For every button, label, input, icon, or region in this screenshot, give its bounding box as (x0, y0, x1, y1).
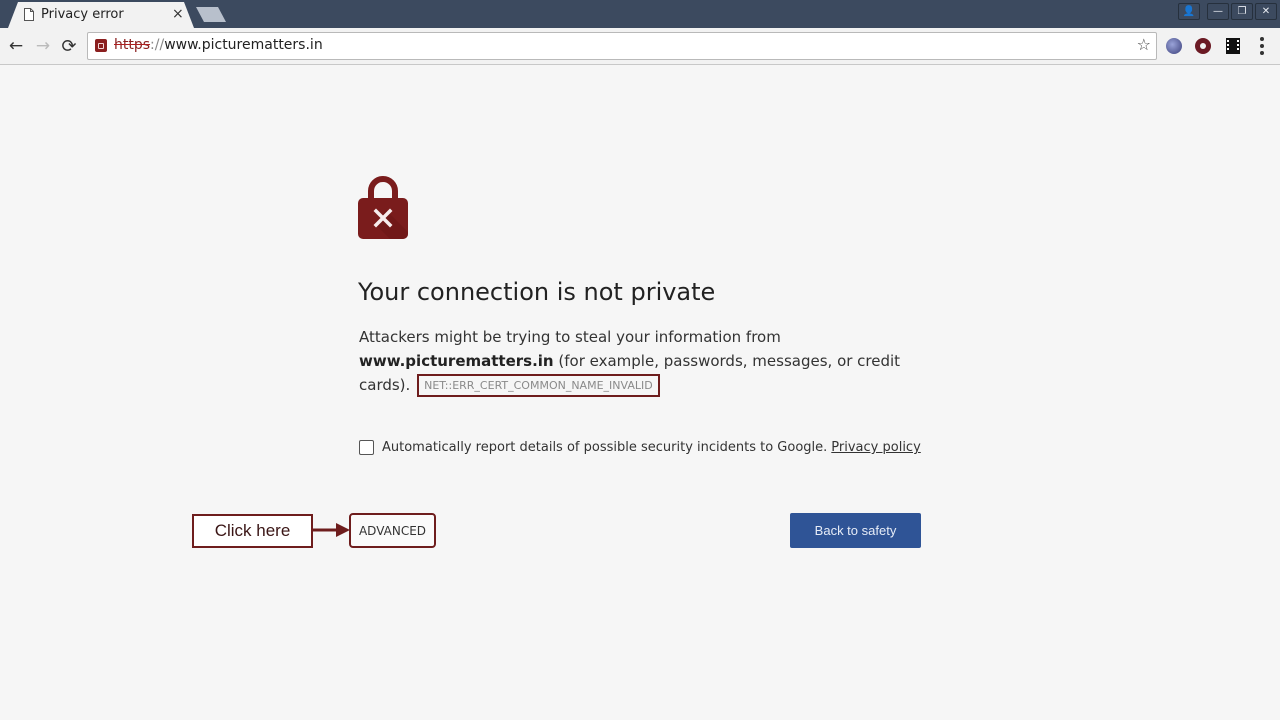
tab-privacy-error[interactable]: Privacy error × (8, 2, 194, 28)
explanation-prefix: Attackers might be trying to steal your … (359, 328, 781, 346)
title-bar: Privacy error × 👤 — ❐ ✕ (0, 0, 1280, 28)
privacy-policy-link[interactable]: Privacy policy (831, 440, 920, 455)
insecure-lock-icon[interactable] (95, 39, 107, 52)
back-button[interactable]: ← (6, 36, 26, 56)
restore-button[interactable]: ❐ (1231, 3, 1253, 20)
close-window-button[interactable]: ✕ (1255, 3, 1277, 20)
forward-button[interactable]: → (33, 36, 53, 56)
menu-icon[interactable] (1258, 36, 1266, 56)
browser-toolbar: ← → ⟳ https://www.picturematters.in ☆ (0, 28, 1280, 65)
lock-error-icon (358, 176, 408, 239)
globe-extension-icon[interactable] (1166, 38, 1182, 54)
new-tab-button[interactable] (196, 7, 226, 22)
address-bar[interactable]: https://www.picturematters.in ☆ (87, 32, 1157, 60)
minimize-button[interactable]: — (1207, 3, 1229, 20)
error-code[interactable]: NET::ERR_CERT_COMMON_NAME_INVALID (417, 374, 660, 397)
film-extension-icon[interactable] (1226, 38, 1240, 54)
error-explanation: Attackers might be trying to steal your … (359, 325, 919, 397)
click-here-annotation: Click here (192, 514, 313, 548)
page-title: Your connection is not private (358, 278, 716, 306)
url-text[interactable]: https://www.picturematters.in (114, 37, 323, 53)
arrow-icon (312, 523, 350, 537)
reload-button[interactable]: ⟳ (59, 36, 79, 57)
report-option: Automatically report details of possible… (359, 440, 921, 455)
back-to-safety-button[interactable]: Back to safety (790, 513, 921, 548)
tab-title: Privacy error (41, 7, 124, 22)
bookmark-star-icon[interactable]: ☆ (1137, 35, 1151, 54)
profile-icon[interactable]: 👤 (1178, 3, 1200, 20)
close-tab-icon[interactable]: × (172, 6, 184, 22)
explanation-host: www.picturematters.in (359, 352, 554, 370)
record-extension-icon[interactable] (1195, 38, 1211, 54)
advanced-button[interactable]: ADVANCED (349, 513, 436, 548)
page-icon (24, 8, 34, 21)
report-checkbox[interactable] (359, 440, 374, 455)
report-label: Automatically report details of possible… (382, 440, 828, 455)
url-separator: :// (150, 37, 165, 53)
url-scheme: https (114, 37, 151, 53)
url-host: www.picturematters.in (164, 37, 323, 53)
